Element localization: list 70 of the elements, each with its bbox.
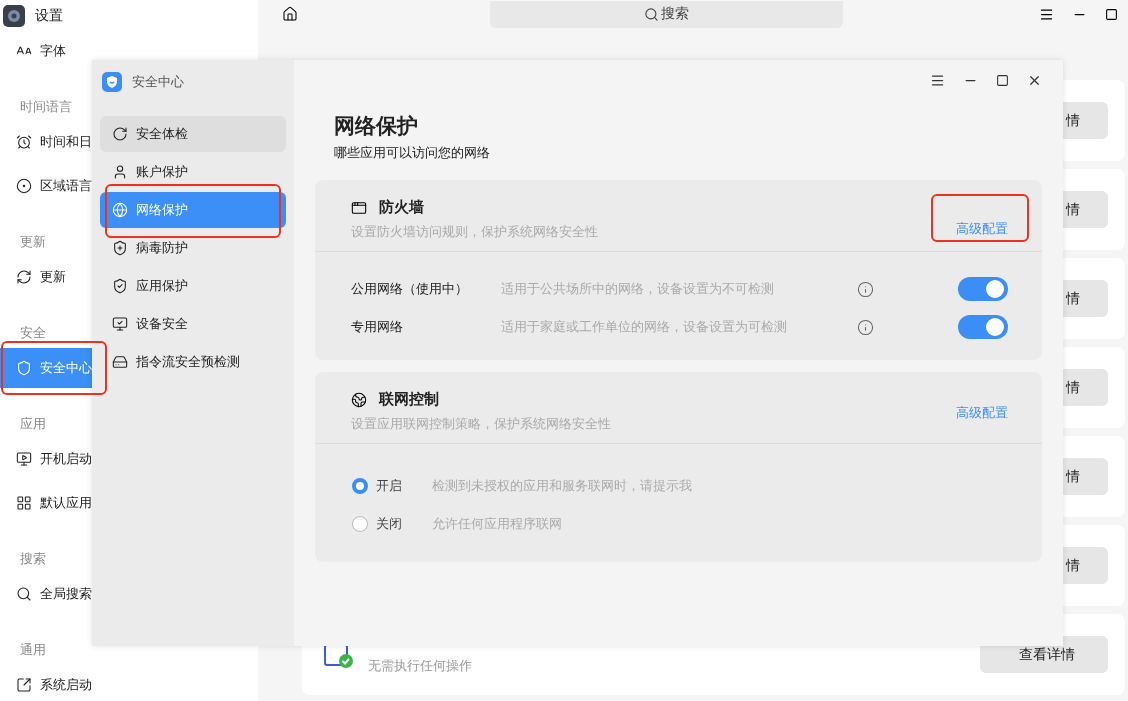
nav-item[interactable]: 安全体检 [100,116,286,152]
page-heading: 网络保护 [334,113,419,140]
arrow-square-icon [16,677,32,693]
option-description: 检测到未授权的应用和服务联网时，请提示我 [432,477,692,495]
panel-title: 防火墙 [379,198,424,217]
shield-icon [16,360,32,376]
circle-icon [16,178,32,194]
toggle-switch[interactable] [958,315,1008,339]
panel-description: 设置应用联网控制策略，保护系统网络安全性 [351,415,611,433]
rotate-icon [112,126,128,142]
nav-item[interactable]: 账户保护 [112,162,188,182]
section-label: 搜索 [20,550,46,568]
settings-app-icon [3,4,25,27]
panel-title: 联网控制 [379,390,439,409]
section-label: 更新 [20,233,46,251]
search-icon [644,6,659,22]
network-label: 公用网络（使用中） [351,280,469,298]
refresh-icon [16,269,32,285]
maximize-icon[interactable] [1105,7,1118,21]
sidebar-item[interactable]: 开机启动 [0,439,92,479]
window-title: 安全中心 [132,73,184,91]
option-description: 允许任何应用程序联网 [432,515,562,533]
section-label: 时间语言 [20,98,72,116]
alarm-clock-icon [16,134,32,150]
sidebar-item[interactable]: 默认应用 [0,483,92,523]
maximize-icon[interactable] [996,73,1009,87]
option-label: 关闭 [376,515,403,533]
radio-button[interactable] [352,478,368,494]
sidebar-item[interactable]: 更新 [0,257,92,297]
panel-description: 设置防火墙访问规则，保护系统网络安全性 [351,223,598,241]
nav-item[interactable]: 指令流安全预检测 [112,352,240,372]
sidebar-item[interactable]: 字体 [0,31,92,71]
search-placeholder: 搜索 [661,5,689,23]
nav-item[interactable]: 病毒防护 [112,238,188,258]
menu-icon[interactable] [930,72,945,88]
search-icon [16,586,32,602]
sidebar-item[interactable]: 系统启动 [0,665,92,701]
section-label: 通用 [20,641,46,659]
sidebar-item[interactable]: 全局搜索 [0,574,92,614]
nav-item[interactable]: 设备安全 [112,314,188,334]
home-icon[interactable] [282,6,298,22]
search-field[interactable]: 搜索 [490,0,843,28]
app-title: 设置 [35,6,63,25]
sidebar-item[interactable]: 时间和日 [0,122,92,162]
nav-item[interactable]: 应用保护 [112,276,188,296]
drive-icon [112,354,128,370]
shield-check-icon [112,278,128,294]
monitor-check-icon [112,316,128,332]
network-label: 专用网络 [351,318,404,336]
user-icon [112,164,128,180]
network-description: 适用于公共场所中的网络，设备设置为不可检测 [501,280,775,298]
grid-icon [16,495,32,511]
section-label: 安全 [20,324,46,342]
toggle-switch[interactable] [958,277,1008,301]
network-description: 适用于家庭或工作单位的网络，设备设置为可检测 [501,318,788,336]
shield-plus-icon [112,240,128,256]
monitor-play-icon [16,451,32,467]
radio-button[interactable] [352,516,368,532]
info-icon[interactable] [857,280,874,298]
card-description: 无需执行任何操作 [368,656,472,675]
option-label: 开启 [376,477,403,495]
sidebar-item[interactable]: 区域语言 [0,166,92,206]
shield-app-icon [102,72,122,92]
menu-icon[interactable] [1039,6,1054,22]
page-subheading: 哪些应用可以访问您的网络 [334,144,491,162]
info-icon[interactable] [857,318,874,336]
globe-icon [351,391,367,408]
section-label: 应用 [20,415,46,433]
window-icon [351,199,367,216]
globe-icon [112,202,128,218]
